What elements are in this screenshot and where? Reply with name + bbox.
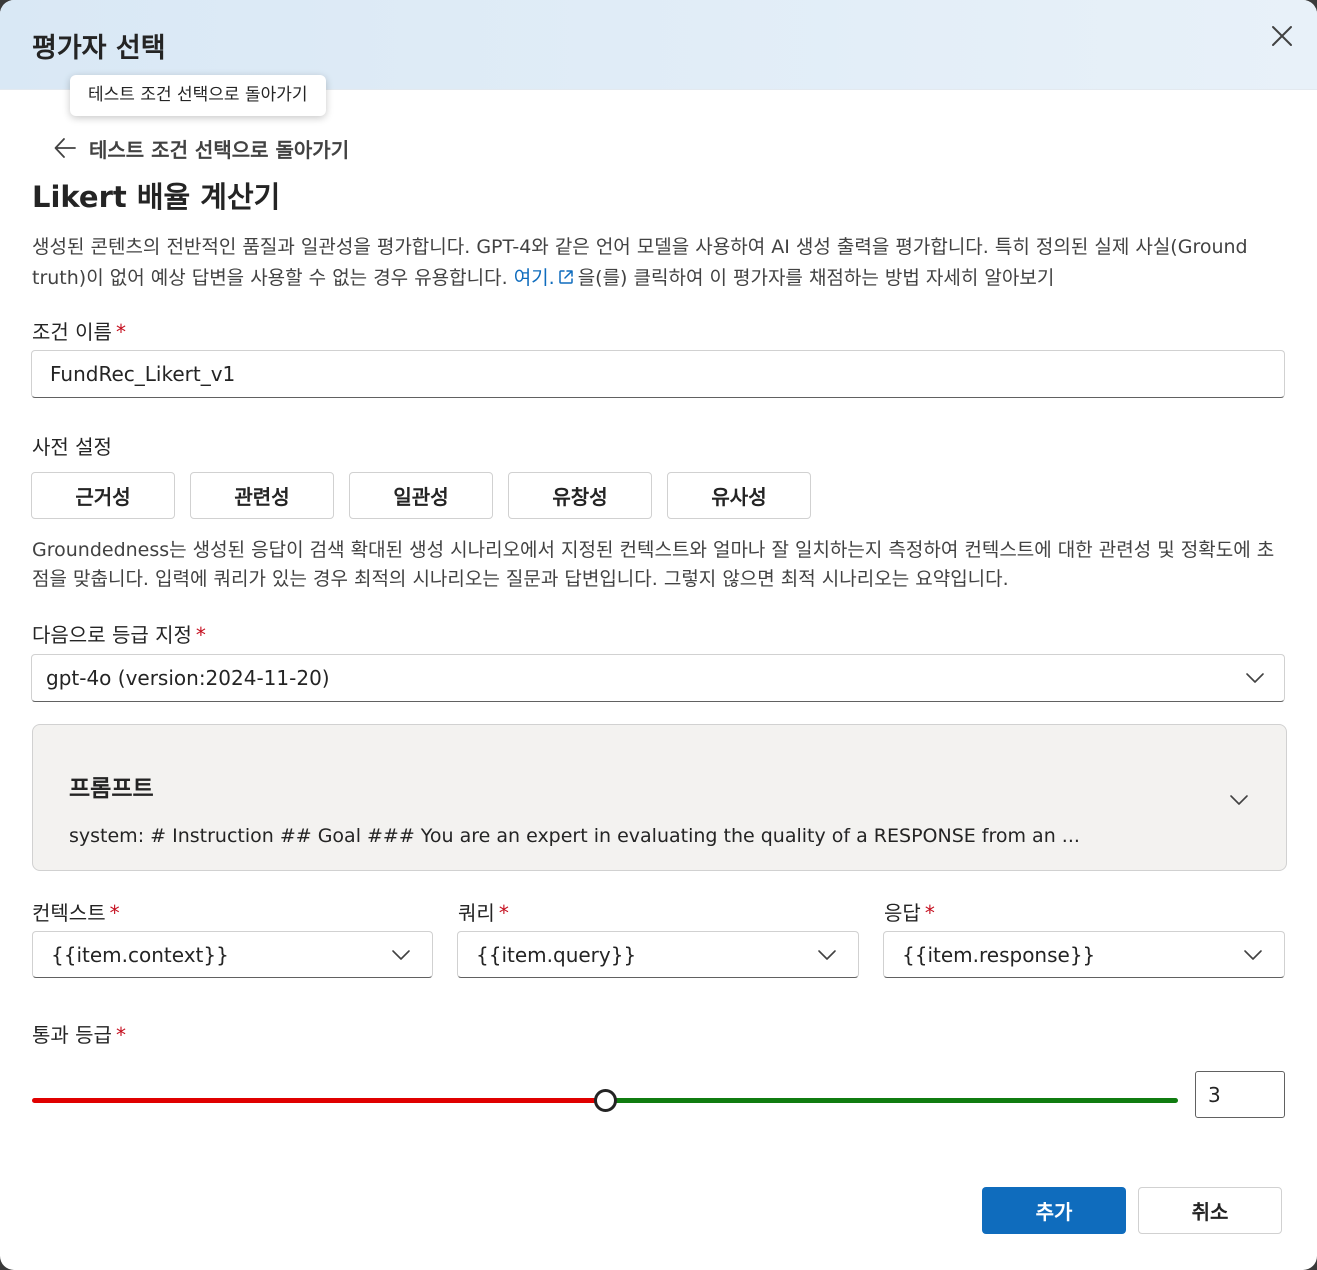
learn-more-link-text: 여기.	[513, 267, 555, 289]
prompt-title: 프롬프트	[69, 776, 154, 802]
external-link-icon	[558, 270, 573, 284]
model-select-value: gpt-4o (version:2024-11-20)	[46, 666, 330, 690]
add-button[interactable]: 추가	[982, 1187, 1126, 1234]
chevron-down-icon	[818, 949, 836, 960]
learn-more-link[interactable]: 여기.	[514, 267, 578, 289]
close-button[interactable]	[1266, 20, 1298, 52]
slider-fail-track	[32, 1098, 605, 1103]
required-mark: *	[498, 901, 509, 925]
preset-fluency-button[interactable]: 유창성	[508, 472, 652, 519]
prompt-accordion[interactable]: 프롬프트 system: # Instruction ## Goal ### Y…	[32, 724, 1287, 871]
grade-with-label: 다음으로 등급 지정 *	[32, 619, 206, 648]
pass-grade-label: 통과 등급 *	[32, 1019, 126, 1048]
response-select-value: {{item.response}}	[902, 942, 1096, 967]
evaluator-title: Likert 배율 계산기	[32, 180, 281, 214]
query-label-text: 쿼리	[458, 901, 495, 925]
arrow-left-icon	[54, 138, 76, 158]
response-select[interactable]: {{item.response}}	[883, 931, 1285, 978]
evaluator-dialog: 평가자 선택 테스트 조건 선택으로 돌아가기 테스트 조건 선택으로 돌아가기…	[0, 0, 1317, 1270]
chevron-down-icon	[1244, 949, 1262, 960]
preset-description: Groundedness는 생성된 응답이 검색 확대된 생성 시나리오에서 지…	[32, 539, 1275, 590]
context-label: 컨텍스트 *	[32, 897, 120, 926]
model-select[interactable]: gpt-4o (version:2024-11-20)	[31, 654, 1285, 702]
cancel-button[interactable]: 취소	[1138, 1187, 1282, 1234]
chevron-down-icon	[1246, 673, 1264, 683]
description-text-end: 을(를) 클릭하여 이 평가자를 채점하는 방법 자세히 알아보기	[577, 267, 1055, 289]
preset-similarity-button[interactable]: 유사성	[667, 472, 811, 519]
required-mark: *	[195, 623, 206, 647]
pass-grade-input[interactable]: 3	[1195, 1071, 1285, 1118]
prompt-preview: system: # Instruction ## Goal ### You ar…	[69, 825, 1080, 847]
slider-thumb[interactable]	[594, 1089, 617, 1112]
back-link-label: 테스트 조건 선택으로 돌아가기	[89, 137, 350, 162]
chevron-down-icon	[1230, 795, 1248, 805]
query-select-value: {{item.query}}	[476, 942, 637, 967]
required-mark: *	[115, 1023, 126, 1047]
criteria-name-value: FundRec_Likert_v1	[50, 362, 236, 386]
criteria-name-label-text: 조건 이름	[32, 320, 112, 344]
preset-groundedness-button[interactable]: 근거성	[31, 472, 175, 519]
pass-grade-label-text: 통과 등급	[32, 1023, 112, 1047]
context-select-value: {{item.context}}	[51, 942, 229, 967]
preset-relevance-button[interactable]: 관련성	[190, 472, 334, 519]
context-label-text: 컨텍스트	[32, 901, 106, 925]
grade-with-label-text: 다음으로 등급 지정	[32, 623, 192, 647]
chevron-down-icon	[392, 949, 410, 960]
preset-coherence-button[interactable]: 일관성	[349, 472, 493, 519]
back-link-tooltip: 테스트 조건 선택으로 돌아가기	[70, 75, 326, 116]
close-icon	[1272, 26, 1292, 46]
response-label-text: 응답	[884, 901, 921, 925]
criteria-name-input[interactable]: FundRec_Likert_v1	[31, 350, 1285, 398]
query-select[interactable]: {{item.query}}	[457, 931, 859, 978]
pass-grade-value: 3	[1208, 1082, 1221, 1107]
dialog-title: 평가자 선택	[32, 33, 166, 64]
response-label: 응답 *	[884, 897, 935, 926]
query-label: 쿼리 *	[458, 897, 509, 926]
context-select[interactable]: {{item.context}}	[32, 931, 433, 978]
criteria-name-label: 조건 이름 *	[32, 316, 126, 345]
evaluator-description: 생성된 콘텐츠의 전반적인 품질과 일관성을 평가합니다. GPT-4와 같은 …	[32, 232, 1282, 294]
back-to-criteria-link[interactable]: 테스트 조건 선택으로 돌아가기	[52, 132, 349, 164]
presets-label: 사전 설정	[32, 435, 112, 459]
slider-pass-track	[605, 1098, 1178, 1103]
required-mark: *	[109, 901, 120, 925]
required-mark: *	[115, 320, 126, 344]
pass-grade-slider[interactable]	[32, 1086, 1178, 1116]
required-mark: *	[924, 901, 935, 925]
